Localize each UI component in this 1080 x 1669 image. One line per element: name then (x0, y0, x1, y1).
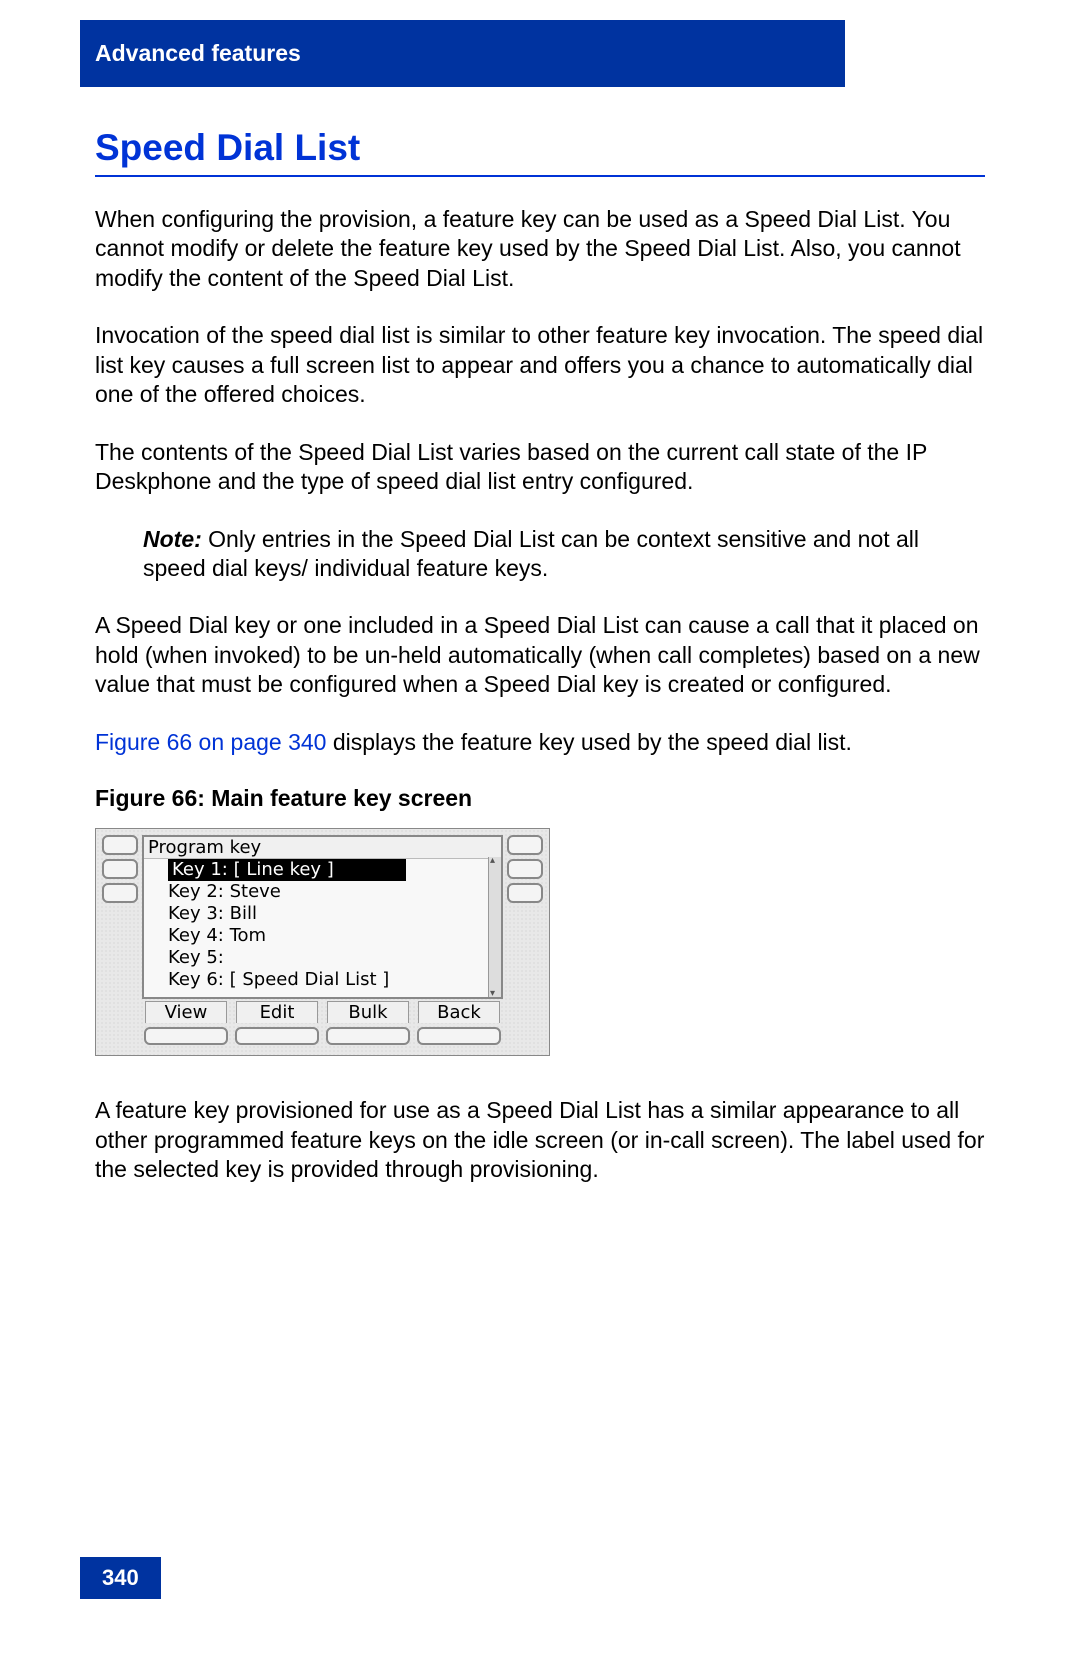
paragraph-5: Figure 66 on page 340 displays the featu… (95, 728, 985, 757)
lcd-list-item: Key 4: Tom (168, 925, 489, 947)
figure-cross-reference[interactable]: Figure 66 on page 340 (95, 729, 326, 755)
paragraph-3: The contents of the Speed Dial List vari… (95, 438, 985, 497)
lcd-window-title: Program key (144, 837, 501, 859)
softkey-button (235, 1027, 319, 1045)
paragraph-2: Invocation of the speed dial list is sim… (95, 321, 985, 409)
lcd-list-item: Key 2: Steve (168, 881, 489, 903)
softkey-button (144, 1027, 228, 1045)
lcd-list-item: Key 5: (168, 947, 489, 969)
softkey-label-edit: Edit (236, 1001, 318, 1023)
paragraph-6: A feature key provisioned for use as a S… (95, 1096, 985, 1184)
side-key (102, 883, 138, 903)
lcd-list: Key 1: [ Line key ] Key 2: Steve Key 3: … (144, 859, 501, 997)
side-key (507, 859, 543, 879)
scrollbar (488, 857, 501, 997)
softkey-button (417, 1027, 501, 1045)
page-number: 340 (80, 1557, 161, 1599)
figure-caption: Figure 66: Main feature key screen (95, 785, 985, 812)
note-body: Only entries in the Speed Dial List can … (143, 526, 919, 581)
lcd-list-item: Key 6: [ Speed Dial List ] (168, 969, 489, 991)
section-title: Speed Dial List (95, 127, 985, 177)
paragraph-1: When configuring the provision, a featur… (95, 205, 985, 293)
side-key (507, 883, 543, 903)
right-side-keys (507, 835, 543, 903)
side-key (102, 859, 138, 879)
lcd-screenshot: Program key Key 1: [ Line key ] Key 2: S… (95, 828, 550, 1056)
softkey-row: View Edit Bulk Back (102, 1001, 543, 1045)
side-key (507, 835, 543, 855)
note-label: Note: (143, 526, 202, 552)
left-side-keys (102, 835, 138, 903)
lcd-window: Program key Key 1: [ Line key ] Key 2: S… (142, 835, 503, 999)
side-key (102, 835, 138, 855)
softkey-label-back: Back (418, 1001, 500, 1023)
lcd-list-item-selected: Key 1: [ Line key ] (168, 859, 406, 881)
lcd-list-item: Key 3: Bill (168, 903, 489, 925)
softkey-label-bulk: Bulk (327, 1001, 409, 1023)
softkey-button (326, 1027, 410, 1045)
softkey-label-view: View (145, 1001, 227, 1023)
paragraph-5-tail: displays the feature key used by the spe… (326, 729, 851, 755)
chapter-header: Advanced features (80, 20, 845, 87)
note-block: Note: Only entries in the Speed Dial Lis… (143, 525, 985, 584)
paragraph-4: A Speed Dial key or one included in a Sp… (95, 611, 985, 699)
